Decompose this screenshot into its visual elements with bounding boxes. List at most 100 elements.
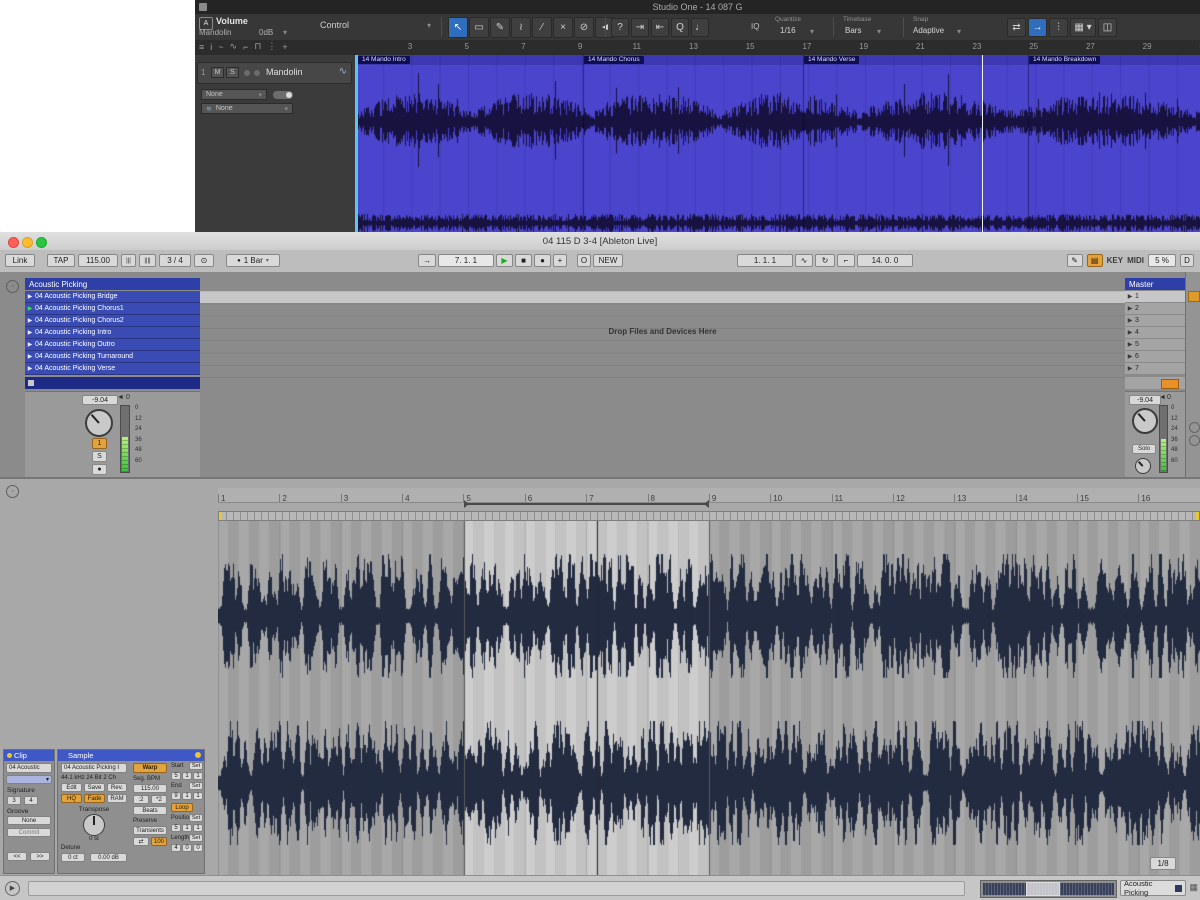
select-tool[interactable]: ↖: [448, 17, 468, 38]
transient-envelope-field[interactable]: 100: [151, 837, 167, 846]
clip-end-marker[interactable]: [1196, 512, 1199, 520]
clip-color-field[interactable]: ▾: [6, 775, 52, 784]
insert-toggle[interactable]: [273, 91, 293, 99]
seg-bpm-field[interactable]: 115.00: [133, 784, 167, 793]
position-bar-field[interactable]: 5: [171, 824, 181, 832]
tilde-icon[interactable]: ~: [218, 42, 223, 52]
volume-knob[interactable]: [85, 409, 113, 437]
scene-slot[interactable]: ▶4: [1125, 327, 1185, 339]
dual-view-button[interactable]: ◫: [1098, 18, 1117, 37]
split-tool[interactable]: ✎: [490, 17, 510, 38]
transpose-value[interactable]: 0 st: [61, 836, 127, 842]
io-show-toggle[interactable]: ◦: [6, 280, 19, 293]
session-clip-slot[interactable]: ▶04 Acoustic Picking Chorus2: [25, 315, 200, 327]
position-beat-field[interactable]: 1: [182, 824, 192, 832]
dots-icon[interactable]: ⋮: [267, 41, 276, 52]
loop-toggle[interactable]: ↻: [815, 254, 835, 267]
master-volume-value-field[interactable]: -9.04: [1129, 395, 1161, 405]
bend-tool[interactable]: ⊘: [574, 17, 594, 38]
control-dropdown-chevron-icon[interactable]: ▾: [427, 21, 431, 30]
loop-end-handle[interactable]: [704, 500, 709, 508]
sample-name-field[interactable]: 04 Acoustic Picking I: [61, 763, 127, 773]
iq-label[interactable]: IQ: [751, 22, 759, 31]
track-activator-button[interactable]: 1: [92, 438, 107, 449]
clip-play-icon[interactable]: ▶: [25, 329, 35, 336]
stop-button[interactable]: ■: [515, 254, 532, 267]
fade-toggle[interactable]: Fade: [84, 794, 105, 803]
maximize-button[interactable]: [36, 237, 47, 248]
session-track-header[interactable]: Acoustic Picking: [25, 278, 200, 290]
metronome-toggle[interactable]: ⊙: [194, 254, 214, 267]
end-bar-field[interactable]: 9: [171, 792, 181, 800]
double-tempo-button[interactable]: *2: [151, 795, 167, 804]
back-to-arrangement-button[interactable]: [1161, 379, 1179, 389]
start-set-button[interactable]: Set: [189, 762, 203, 770]
minimize-button[interactable]: [22, 237, 33, 248]
session-clip-slot[interactable]: ▶04 Acoustic Picking Intro: [25, 327, 200, 339]
quantize-value-dropdown[interactable]: 1/16: [780, 26, 796, 35]
tap-tempo-button[interactable]: TAP: [47, 254, 75, 267]
close-button[interactable]: [8, 237, 19, 248]
end-set-button[interactable]: Set: [189, 782, 203, 790]
signature-numerator-field[interactable]: 3: [7, 796, 21, 805]
clip-label[interactable]: 14 Mando Chorus: [584, 56, 644, 64]
nudge-back-button[interactable]: <<: [7, 852, 27, 861]
nudge-up-button[interactable]: ||||: [139, 254, 156, 267]
scene-slot[interactable]: ▶7: [1125, 363, 1185, 375]
scene-slot[interactable]: ▶1: [1125, 291, 1185, 303]
length-set-button[interactable]: Set: [189, 834, 203, 842]
scene-stop-row[interactable]: [1125, 377, 1185, 390]
follow-button[interactable]: →: [418, 254, 436, 267]
length-bar-field[interactable]: 4: [171, 844, 181, 852]
clip-label[interactable]: 14 Mando Intro: [358, 56, 410, 64]
edit-button[interactable]: Edit: [61, 783, 82, 792]
scene-play-icon[interactable]: ▶: [1125, 317, 1135, 324]
session-clip-slot[interactable]: ▶04 Acoustic Picking Bridge: [25, 291, 200, 303]
snap-value-dropdown[interactable]: Adaptive: [913, 26, 944, 35]
punch-in-toggle[interactable]: ∿: [795, 254, 813, 267]
start-bar-field[interactable]: 5: [171, 772, 181, 780]
commit-button[interactable]: Commit: [7, 828, 51, 837]
track-height-button[interactable]: ⫶: [1049, 18, 1068, 37]
clip-stop-slot-selected[interactable]: [25, 377, 200, 389]
inspector-icon[interactable]: i: [210, 42, 212, 52]
track-header[interactable]: 1 M S Mandolin ∿: [197, 62, 352, 84]
beat-time-ruler[interactable]: 12345678910111213141516: [218, 488, 1200, 503]
scene-play-icon[interactable]: ▶: [1125, 305, 1135, 312]
key-map-button[interactable]: KEY: [1107, 256, 1123, 265]
prev-marker-button[interactable]: ⇤: [651, 18, 669, 37]
session-overdub-button[interactable]: O: [577, 254, 591, 267]
panel-fold-dot[interactable]: [195, 752, 201, 758]
solo-button[interactable]: S: [92, 451, 107, 462]
wave-icon[interactable]: ∿: [230, 41, 238, 52]
record-indicator[interactable]: [244, 70, 250, 76]
mute-button[interactable]: M: [211, 67, 224, 78]
transients-menu[interactable]: Transients: [133, 826, 167, 835]
quantize-button[interactable]: Q: [671, 18, 689, 37]
add-track-icon[interactable]: +: [282, 42, 287, 52]
swap-view-button[interactable]: ⇄: [1007, 18, 1026, 37]
clip-play-icon[interactable]: ▶: [25, 293, 35, 300]
session-clip-slot[interactable]: ▶04 Acoustic Picking Chorus1: [25, 303, 200, 315]
scene-slot[interactable]: ▶6: [1125, 351, 1185, 363]
groove-menu[interactable]: None: [7, 816, 51, 825]
scene-play-icon[interactable]: ▶: [1125, 293, 1135, 300]
arrangement-waveform[interactable]: [355, 55, 1200, 232]
panel-toggle[interactable]: ◦: [6, 485, 19, 498]
track-name[interactable]: Mandolin: [266, 67, 303, 77]
signature-denominator-field[interactable]: 4: [24, 796, 38, 805]
master-volume-knob[interactable]: [1132, 408, 1158, 434]
session-scroll-strip[interactable]: [1185, 272, 1200, 477]
master-solo-button[interactable]: Solo: [1132, 444, 1156, 454]
scene-slot[interactable]: ▶3: [1125, 315, 1185, 327]
mute-tool[interactable]: ×: [553, 17, 573, 38]
arm-button[interactable]: ●: [92, 464, 107, 475]
record-button[interactable]: ●: [534, 254, 551, 267]
save-button[interactable]: Save: [84, 783, 105, 792]
add-locator-button[interactable]: +: [553, 254, 567, 267]
clip-play-icon[interactable]: ▶: [25, 353, 35, 360]
grid-options-button[interactable]: ▦ ▾: [1070, 18, 1096, 37]
session-grid-rows[interactable]: [200, 291, 1125, 389]
quantization-menu[interactable]: ●1 Bar▾: [226, 254, 280, 267]
monitor-indicator[interactable]: [254, 70, 260, 76]
